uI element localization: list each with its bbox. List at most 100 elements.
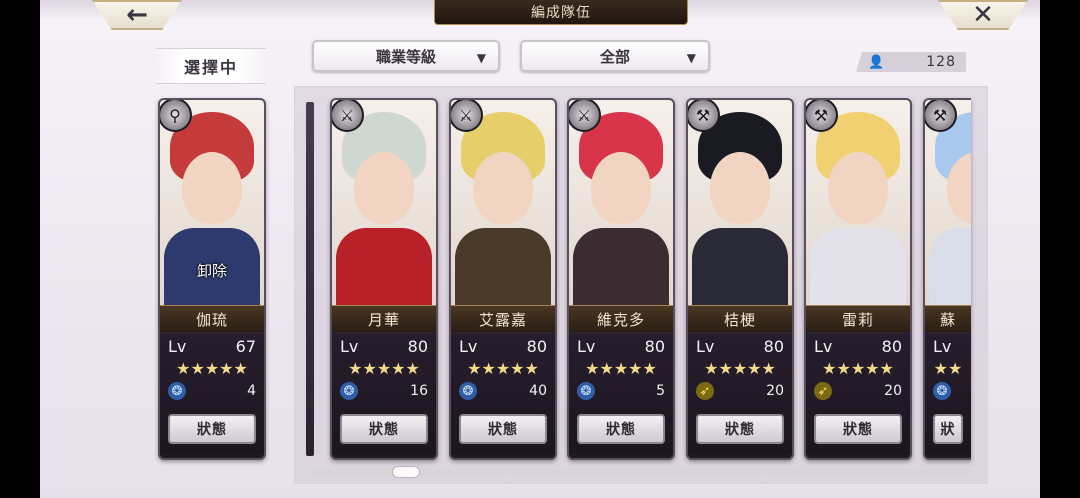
unit-quantity: 4 [247, 383, 256, 399]
element-row: ❂ 5 [577, 380, 665, 402]
character-stats: Lv 67 ★★★★★ ❂ 4 狀態 [160, 332, 264, 454]
character-name: 伽琉 [160, 305, 264, 333]
element-row: ❂ 16 [340, 380, 428, 402]
level-value: 80 [407, 336, 428, 356]
level-row: Lv 80 [459, 335, 547, 357]
level-row: Lv 80 [814, 335, 902, 357]
character-face [710, 152, 770, 224]
roster-character-card[interactable]: ⚔ 艾露嘉 Lv 80 ★★★★★ ❂ 40 狀態 [449, 98, 557, 460]
scope-dropdown-label: 全部 [599, 47, 630, 66]
class-icon: ⚒ [806, 100, 838, 132]
character-outfit [573, 228, 669, 308]
class-icon: ⚲ [160, 100, 192, 132]
character-face [473, 152, 533, 224]
water-element-icon: ❂ [459, 382, 477, 400]
chevron-down-icon: ▼ [476, 51, 486, 65]
level-row: Lv [933, 335, 963, 357]
roster-character-card[interactable]: ⚒ 雷莉 Lv 80 ★★★★★ ➶ 20 狀態 [804, 98, 912, 460]
scope-dropdown[interactable]: 全部 ▼ [520, 40, 710, 72]
class-level-dropdown[interactable]: 職業等級 ▼ [312, 40, 500, 72]
character-portrait [925, 100, 971, 308]
character-name: 月華 [332, 305, 436, 333]
element-row: ➶ 20 [814, 380, 902, 402]
level-value: 80 [763, 336, 784, 356]
character-outfit [929, 228, 971, 308]
element-row: ❂ [933, 380, 963, 402]
character-name: 雷莉 [806, 305, 910, 333]
rarity-stars: ★★★★★ [176, 359, 248, 378]
character-outfit [810, 228, 906, 308]
status-button[interactable]: 狀態 [577, 414, 665, 444]
status-button[interactable]: 狀態 [340, 414, 428, 444]
close-button[interactable]: ✕ [938, 0, 1028, 30]
unit-quantity: 40 [529, 383, 547, 399]
status-button[interactable]: 狀態 [168, 414, 256, 444]
character-outfit [455, 228, 551, 308]
water-element-icon: ❂ [577, 382, 595, 400]
unit-quantity: 20 [884, 383, 902, 399]
water-element-icon: ❂ [933, 382, 951, 400]
character-face [828, 152, 888, 224]
rarity-stars: ★★ [933, 359, 963, 378]
level-value: 80 [526, 336, 547, 356]
level-label: Lv [168, 336, 187, 356]
back-button[interactable]: ← [92, 0, 182, 30]
element-row: ❂ 4 [168, 380, 256, 402]
element-row: ➶ 20 [696, 380, 784, 402]
character-stats: Lv 80 ★★★★★ ❂ 40 狀態 [451, 332, 555, 454]
class-icon: ⚔ [569, 100, 601, 132]
character-stats: Lv 80 ★★★★★ ❂ 16 狀態 [332, 332, 436, 454]
roster-character-card[interactable]: ⚒ 蘇 Lv ★★ ❂ 狀 [923, 98, 971, 460]
roster-character-card[interactable]: ⚒ 桔梗 Lv 80 ★★★★★ ➶ 20 狀態 [686, 98, 794, 460]
character-stats: Lv ★★ ❂ 狀 [925, 332, 971, 454]
level-value: 80 [644, 336, 665, 356]
class-icon: ⚒ [688, 100, 720, 132]
water-element-icon: ❂ [168, 382, 186, 400]
level-label: Lv [459, 336, 478, 356]
unit-quantity: 5 [656, 383, 665, 399]
status-button[interactable]: 狀態 [696, 414, 784, 444]
remove-label: 卸除 [196, 262, 227, 280]
character-stats: Lv 80 ★★★★★ ➶ 20 狀態 [688, 332, 792, 454]
status-button[interactable]: 狀 [933, 414, 963, 444]
roster-card-edge [306, 102, 314, 456]
character-outfit [336, 228, 432, 308]
character-name: 艾露嘉 [451, 305, 555, 333]
roster-character-card[interactable]: ⚔ 月華 Lv 80 ★★★★★ ❂ 16 狀態 [330, 98, 438, 460]
character-face [354, 152, 414, 224]
selected-label: 選擇中 [156, 48, 266, 84]
rarity-stars: ★★★★★ [348, 359, 420, 378]
water-element-icon: ❂ [340, 382, 358, 400]
character-name: 維克多 [569, 305, 673, 333]
unit-count: 👤 128 [856, 52, 966, 72]
class-icon: ⚒ [925, 100, 957, 132]
close-icon: ✕ [972, 0, 994, 30]
level-label: Lv [933, 336, 952, 356]
level-row: Lv 80 [696, 335, 784, 357]
status-button[interactable]: 狀態 [814, 414, 902, 444]
back-arrow-icon: ← [126, 0, 148, 30]
rarity-stars: ★★★★★ [467, 359, 539, 378]
character-name: 蘇 [925, 305, 971, 333]
level-row: Lv 67 [168, 335, 256, 357]
character-face [182, 152, 242, 224]
character-outfit [692, 228, 788, 308]
roster-character-card[interactable]: ⚔ 維克多 Lv 80 ★★★★★ ❂ 5 狀態 [567, 98, 675, 460]
class-level-dropdown-label: 職業等級 [375, 47, 436, 66]
rarity-stars: ★★★★★ [704, 359, 776, 378]
rarity-stars: ★★★★★ [585, 359, 657, 378]
status-button[interactable]: 狀態 [459, 414, 547, 444]
level-row: Lv 80 [340, 335, 428, 357]
level-label: Lv [814, 336, 833, 356]
selected-character-card[interactable]: ⚲ 卸除 伽琉 Lv 67 ★★★★★ ❂ 4 狀態 [158, 98, 266, 460]
unit-quantity: 20 [766, 383, 784, 399]
level-label: Lv [340, 336, 359, 356]
person-icon: 👤 [868, 54, 885, 70]
roster-scrollbar-thumb[interactable] [392, 466, 420, 478]
element-row: ❂ 40 [459, 380, 547, 402]
team-formation-screen: ← 編成隊伍 ✕ 選擇中 職業等級 ▼ 全部 ▼ 👤 128 ⚲ 卸除 伽琉 Lv 67… [40, 0, 1040, 498]
wind-element-icon: ➶ [814, 382, 832, 400]
chevron-down-icon: ▼ [686, 51, 696, 65]
level-label: Lv [696, 336, 715, 356]
character-stats: Lv 80 ★★★★★ ❂ 5 狀態 [569, 332, 673, 454]
